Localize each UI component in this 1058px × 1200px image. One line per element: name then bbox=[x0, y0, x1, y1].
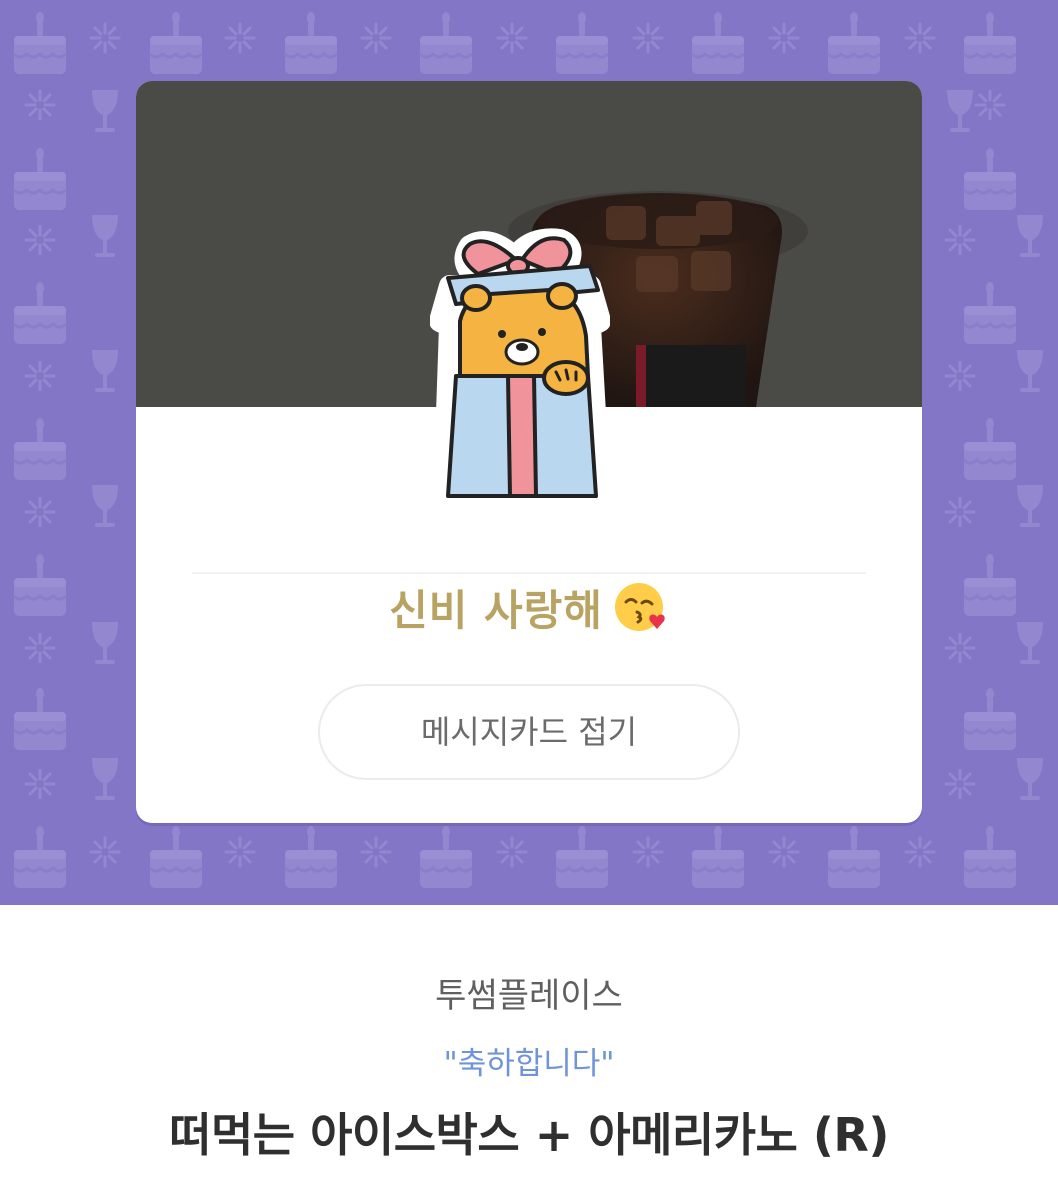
pattern-row-bottom bbox=[12, 824, 1018, 890]
celebration-background: 신비 사랑해 메시지카드 접기 bbox=[0, 0, 1058, 905]
card-message-text: 신비 사랑해 bbox=[389, 586, 603, 635]
kissing-face-with-heart-icon bbox=[614, 583, 665, 631]
pattern-row-1 bbox=[12, 10, 1018, 76]
message-card: 신비 사랑해 메시지카드 접기 bbox=[136, 81, 922, 823]
product-name: 떠먹는 아이스박스 + 아메리카노 (R) bbox=[169, 1108, 889, 1162]
bear-in-gift-box-sticker bbox=[430, 228, 610, 506]
card-divider bbox=[192, 572, 866, 574]
gift-subtitle: "축하합니다" bbox=[443, 1046, 615, 1082]
fold-message-card-button[interactable]: 메시지카드 접기 bbox=[318, 684, 740, 780]
brand-name: 투썸플레이스 bbox=[435, 976, 623, 1016]
card-message: 신비 사랑해 bbox=[136, 579, 922, 641]
